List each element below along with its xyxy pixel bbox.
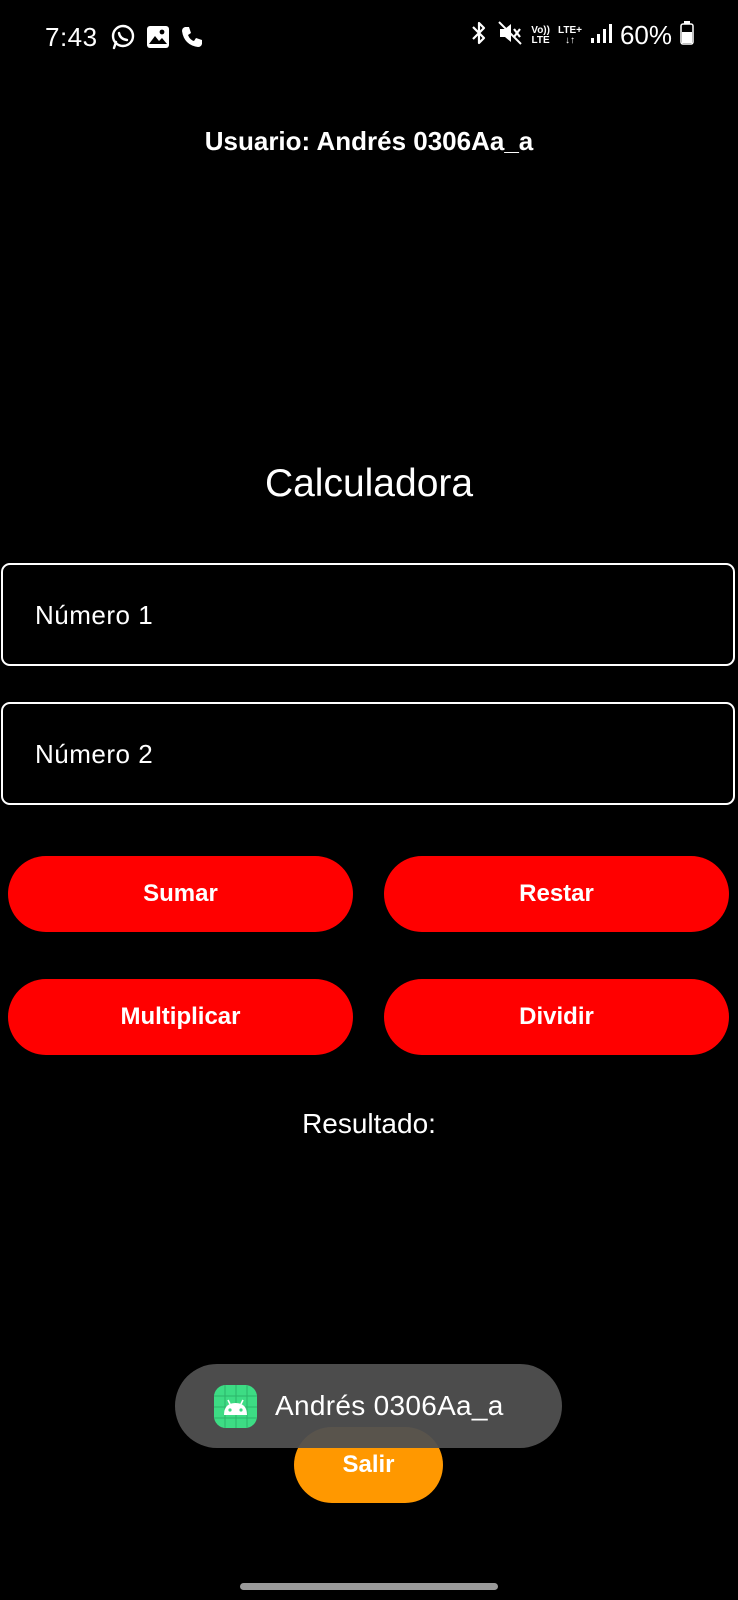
toast-text: Andrés 0306Aa_a <box>275 1390 504 1421</box>
toast: Andrés 0306Aa_a <box>175 1364 562 1448</box>
result-label: Resultado: <box>302 1108 436 1139</box>
gallery-icon <box>146 25 170 54</box>
restar-button[interactable]: Restar <box>384 856 729 932</box>
status-bar: 7:43 Vo)) LTE LTE+ ↓↑ 60% <box>0 0 738 76</box>
signal-icon <box>590 22 612 49</box>
number1-input[interactable] <box>33 565 717 666</box>
battery-icon <box>680 21 694 50</box>
android-app-icon <box>214 1385 257 1428</box>
lte-plus-icon: LTE+ ↓↑ <box>557 24 582 46</box>
user-label: Usuario: Andrés 0306Aa_a <box>204 126 534 156</box>
multiplicar-button[interactable]: Multiplicar <box>8 979 353 1055</box>
notification-icons <box>110 24 204 55</box>
dividir-button[interactable]: Dividir <box>384 979 729 1055</box>
navigation-handle[interactable] <box>240 1583 498 1590</box>
whatsapp-icon <box>110 24 136 55</box>
battery-percent: 60% <box>619 20 672 50</box>
system-icons: Vo)) LTE LTE+ ↓↑ 60% <box>469 20 694 51</box>
status-time: 7:43 <box>45 22 98 52</box>
phone-icon <box>180 25 204 54</box>
number1-field[interactable] <box>1 563 735 666</box>
volte-icon: Vo)) LTE <box>531 24 550 46</box>
page-title: Calculadora <box>264 462 474 505</box>
bluetooth-icon <box>469 20 489 51</box>
number2-field[interactable] <box>1 702 735 805</box>
mute-icon <box>497 20 523 51</box>
number2-input[interactable] <box>33 704 717 805</box>
sumar-button[interactable]: Sumar <box>8 856 353 932</box>
